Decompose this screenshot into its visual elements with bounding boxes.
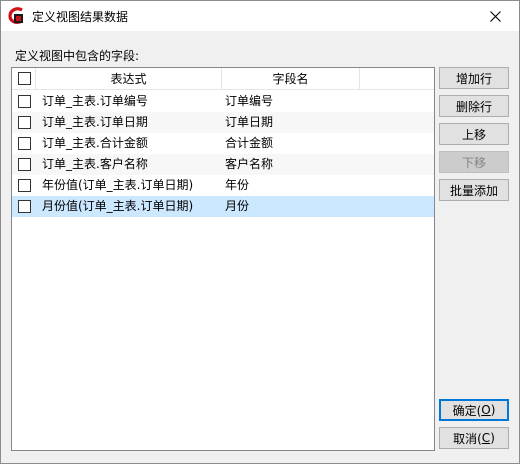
row-checkbox[interactable]	[18, 137, 31, 150]
ok-label: 确定(	[452, 403, 482, 418]
cancel-button[interactable]: 取消(C)	[439, 427, 509, 449]
ok-accesskey: O	[481, 403, 491, 417]
move-up-button[interactable]: 上移	[439, 123, 509, 145]
row-checkbox[interactable]	[18, 95, 31, 108]
row-field-name: 订单编号	[225, 94, 274, 108]
header-expression[interactable]: 表达式	[36, 68, 222, 90]
table-row[interactable]: 订单_主表.合计金额 合计金额	[12, 133, 434, 154]
cancel-label-close: )	[490, 431, 495, 445]
app-logo-icon	[8, 7, 26, 25]
fields-table: 表达式 字段名 订单_主表.订单编号 订单编号 订单_主表.订单日期 订单日期 …	[11, 67, 435, 451]
close-button[interactable]	[475, 2, 515, 30]
dialog-window: 定义视图结果数据 定义视图中包含的字段: 表达式 字段名 订单_主表.订单编号 …	[0, 0, 520, 464]
table-row[interactable]: 订单_主表.订单日期 订单日期	[12, 112, 434, 133]
batch-add-button[interactable]: 批量添加	[439, 179, 509, 201]
row-expression: 订单_主表.客户名称	[42, 157, 148, 171]
header-empty	[360, 68, 434, 90]
table-row[interactable]: 订单_主表.订单编号 订单编号	[12, 91, 434, 112]
row-expression: 订单_主表.合计金额	[42, 136, 148, 150]
table-header: 表达式 字段名	[12, 68, 434, 90]
select-all-checkbox[interactable]	[18, 72, 31, 85]
header-field-name[interactable]: 字段名	[222, 68, 360, 90]
delete-row-button[interactable]: 删除行	[439, 95, 509, 117]
title-bar: 定义视图结果数据	[1, 1, 519, 31]
move-down-button[interactable]: 下移	[439, 151, 509, 173]
row-field-name: 月份	[225, 199, 250, 213]
ok-button[interactable]: 确定(O)	[439, 399, 509, 421]
add-row-button[interactable]: 增加行	[439, 67, 509, 89]
table-row[interactable]: 年份值(订单_主表.订单日期) 年份	[12, 175, 434, 196]
row-checkbox[interactable]	[18, 200, 31, 213]
cancel-label: 取消(	[453, 431, 482, 446]
row-checkbox[interactable]	[18, 158, 31, 171]
row-checkbox[interactable]	[18, 116, 31, 129]
cancel-accesskey: C	[481, 431, 491, 445]
close-icon	[489, 10, 501, 22]
row-field-name: 年份	[225, 178, 250, 192]
row-field-name: 合计金额	[225, 136, 274, 150]
row-expression: 月份值(订单_主表.订单日期)	[42, 199, 194, 213]
table-row[interactable]: 订单_主表.客户名称 客户名称	[12, 154, 434, 175]
row-field-name: 订单日期	[225, 115, 274, 129]
row-expression: 订单_主表.订单日期	[42, 115, 148, 129]
row-checkbox[interactable]	[18, 179, 31, 192]
ok-label-close: )	[490, 403, 496, 417]
row-expression: 年份值(订单_主表.订单日期)	[42, 178, 194, 192]
header-select-all-cell	[12, 68, 36, 90]
row-expression: 订单_主表.订单编号	[42, 94, 148, 108]
row-field-name: 客户名称	[225, 157, 274, 171]
table-body: 订单_主表.订单编号 订单编号 订单_主表.订单日期 订单日期 订单_主表.合计…	[12, 91, 434, 217]
window-title: 定义视图结果数据	[32, 10, 129, 24]
table-row-selected[interactable]: 月份值(订单_主表.订单日期) 月份	[12, 196, 434, 217]
fields-section-label: 定义视图中包含的字段:	[15, 49, 140, 63]
